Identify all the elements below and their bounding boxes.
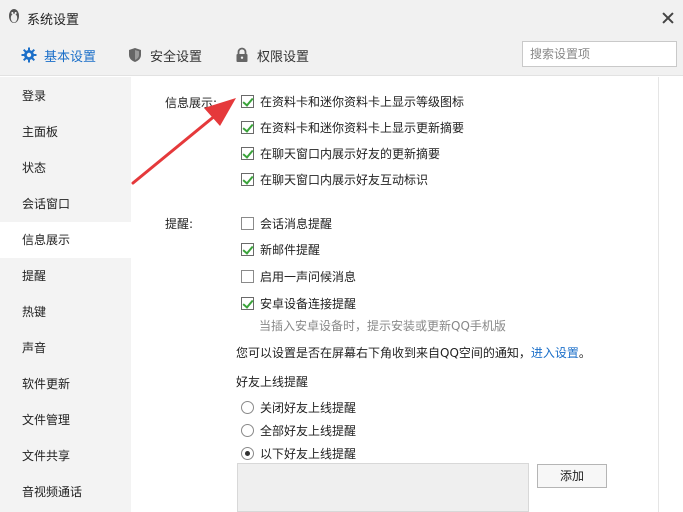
checkbox-chat-interaction-mark[interactable]: 在聊天窗口内展示好友互动标识 — [241, 171, 428, 188]
checkbox-greeting-message[interactable]: 启用一声问候消息 — [241, 268, 356, 285]
checkbox-session-message-reminder[interactable]: 会话消息提醒 — [241, 215, 332, 232]
checkbox-unchecked[interactable] — [241, 217, 254, 230]
qq-penguin-icon — [9, 9, 19, 23]
option-label: 关闭好友上线提醒 — [260, 401, 357, 415]
gear-icon — [21, 47, 37, 63]
sidebar-item-av-call[interactable]: 音视频通话 — [0, 474, 131, 510]
tab-label: 权限设置 — [257, 49, 310, 65]
android-hint: 当插入安卓设备时，提示安装或更新QQ手机版 — [259, 319, 506, 333]
notice-text: 您可以设置是否在屏幕右下角收到来自QQ空间的通知， — [236, 346, 531, 360]
sidebar-item-software-update[interactable]: 软件更新 — [0, 366, 131, 402]
sidebar-item-file-sharing[interactable]: 文件共享 — [0, 438, 131, 474]
search-placeholder: 搜索设置项 — [530, 47, 591, 61]
shield-icon — [129, 48, 141, 62]
checkbox-show-level-icon[interactable]: 在资料卡和迷你资料卡上显示等级图标 — [241, 93, 464, 110]
sidebar-item-main-panel[interactable]: 主面板 — [0, 114, 131, 150]
option-label: 全部好友上线提醒 — [260, 424, 357, 438]
radio-disable-online-reminder[interactable]: 关闭好友上线提醒 — [241, 399, 356, 416]
divider — [658, 77, 659, 512]
checkbox-new-mail-reminder[interactable]: 新邮件提醒 — [241, 241, 320, 258]
radio-unchecked[interactable] — [241, 401, 254, 414]
option-label: 在聊天窗口内展示好友的更新摘要 — [260, 147, 441, 161]
sidebar-item-sound[interactable]: 声音 — [0, 330, 131, 366]
option-label: 在资料卡和迷你资料卡上显示更新摘要 — [260, 121, 465, 135]
top-tab-bar: 基本设置 安全设置 权限设置 搜索设置项 — [0, 34, 683, 76]
checkbox-chat-friend-summary[interactable]: 在聊天窗口内展示好友的更新摘要 — [241, 145, 440, 162]
option-label: 启用一声问候消息 — [260, 270, 357, 284]
sidebar-item-reminder[interactable]: 提醒 — [0, 258, 131, 294]
checkbox-checked[interactable] — [241, 95, 254, 108]
checkbox-checked[interactable] — [241, 121, 254, 134]
friend-online-label: 好友上线提醒 — [236, 375, 309, 389]
qzone-notice: 您可以设置是否在屏幕右下角收到来自QQ空间的通知，进入设置。 — [236, 344, 591, 361]
option-label: 安卓设备连接提醒 — [260, 297, 357, 311]
radio-all-online-reminder[interactable]: 全部好友上线提醒 — [241, 422, 356, 439]
option-label: 新邮件提醒 — [260, 243, 321, 257]
title-bar: 系统设置 — [0, 0, 683, 34]
option-label: 会话消息提醒 — [260, 217, 333, 231]
radio-unchecked[interactable] — [241, 424, 254, 437]
checkbox-checked[interactable] — [241, 147, 254, 160]
sidebar-item-chat-window[interactable]: 会话窗口 — [0, 186, 131, 222]
checkbox-unchecked[interactable] — [241, 270, 254, 283]
lock-icon — [236, 47, 248, 62]
add-button[interactable]: 添加 — [537, 464, 607, 488]
search-input[interactable]: 搜索设置项 — [522, 41, 677, 67]
sidebar-item-login[interactable]: 登录 — [0, 78, 131, 114]
option-label: 在资料卡和迷你资料卡上显示等级图标 — [260, 95, 465, 109]
tab-security-settings[interactable]: 安全设置 — [127, 34, 202, 76]
radio-checked[interactable] — [241, 447, 254, 460]
enter-settings-link[interactable]: 进入设置 — [531, 346, 579, 360]
option-label: 在聊天窗口内展示好友互动标识 — [260, 173, 429, 187]
radio-selected-online-reminder[interactable]: 以下好友上线提醒 — [241, 445, 356, 462]
window-title: 系统设置 — [27, 13, 80, 28]
tab-basic-settings[interactable]: 基本设置 — [21, 34, 96, 76]
checkbox-show-update-summary[interactable]: 在资料卡和迷你资料卡上显示更新摘要 — [241, 119, 464, 136]
settings-window: 系统设置 基本设置 安全设置 权限设置 搜索设置项 登录 主面板 状态 会话窗口… — [0, 0, 683, 512]
info-display-label: 信息展示: — [165, 96, 218, 110]
sidebar: 登录 主面板 状态 会话窗口 信息展示 提醒 热键 声音 软件更新 文件管理 文… — [0, 77, 131, 512]
sidebar-item-hotkeys[interactable]: 热键 — [0, 294, 131, 330]
tab-label: 安全设置 — [150, 49, 203, 65]
notice-end: 。 — [578, 346, 591, 360]
option-label: 以下好友上线提醒 — [260, 447, 357, 461]
reminder-label: 提醒: — [165, 217, 194, 231]
checkbox-checked[interactable] — [241, 173, 254, 186]
tab-label: 基本设置 — [44, 49, 97, 65]
checkbox-android-connect[interactable]: 安卓设备连接提醒 — [241, 295, 356, 312]
settings-content: 信息展示: 在资料卡和迷你资料卡上显示等级图标 在资料卡和迷你资料卡上显示更新摘… — [131, 77, 683, 512]
checkbox-checked[interactable] — [241, 297, 254, 310]
checkbox-checked[interactable] — [241, 243, 254, 256]
friend-list-box[interactable] — [237, 463, 529, 512]
close-icon[interactable] — [661, 11, 675, 25]
sidebar-item-status[interactable]: 状态 — [0, 150, 131, 186]
sidebar-item-file-management[interactable]: 文件管理 — [0, 402, 131, 438]
tab-permission-settings[interactable]: 权限设置 — [234, 34, 309, 76]
sidebar-item-info-display[interactable]: 信息展示 — [0, 222, 131, 258]
